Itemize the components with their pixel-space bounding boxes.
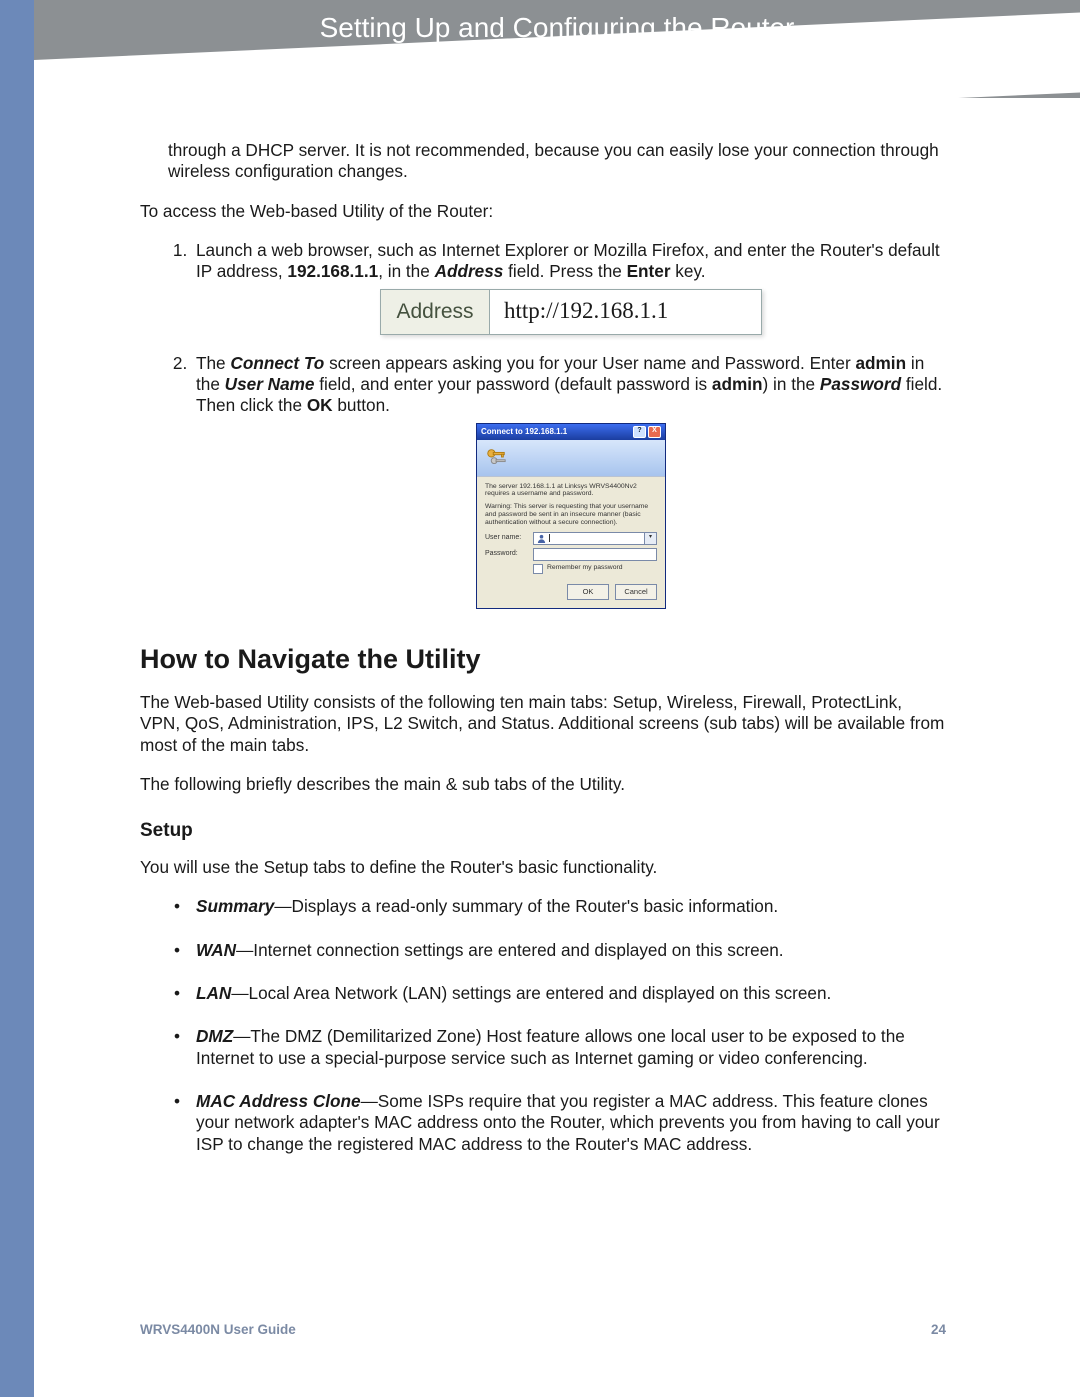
left-accent-stripe xyxy=(0,0,34,1397)
nav-paragraph-1: The Web-based Utility consists of the fo… xyxy=(140,692,946,756)
bullet-dmz-term: DMZ xyxy=(196,1026,233,1046)
ok-button[interactable]: OK xyxy=(567,584,609,600)
bullet-wan-term: WAN xyxy=(196,940,236,960)
bullet-summary-term: Summary xyxy=(196,896,274,916)
setup-bullets: Summary—Displays a read-only summary of … xyxy=(140,896,946,1155)
dialog-msg1: The server 192.168.1.1 at Linksys WRVS44… xyxy=(485,483,657,499)
bullet-summary-desc: —Displays a read-only summary of the Rou… xyxy=(274,896,778,916)
steps-list: Launch a web browser, such as Internet E… xyxy=(140,240,946,609)
bullet-lan-desc: —Local Area Network (LAN) settings are e… xyxy=(231,983,831,1003)
footer-guide: WRVS4400N User Guide xyxy=(140,1322,296,1337)
bullet-dmz-desc: —The DMZ (Demilitarized Zone) Host featu… xyxy=(196,1026,905,1067)
footer-page-number: 24 xyxy=(931,1322,946,1337)
page-footer: WRVS4400N User Guide 24 xyxy=(140,1322,946,1337)
bullet-wan-desc: —Internet connection settings are entere… xyxy=(236,940,783,960)
step2-text-e: ) in the xyxy=(763,374,820,394)
bullet-wan: WAN—Internet connection settings are ent… xyxy=(196,940,946,961)
bullet-dmz: DMZ—The DMZ (Demilitarized Zone) Host fe… xyxy=(196,1026,946,1069)
step2-connect-to: Connect To xyxy=(230,353,324,373)
address-bar-url: http://192.168.1.1 xyxy=(490,290,761,334)
address-bar-label: Address xyxy=(381,290,490,334)
step1-text-b: , in the xyxy=(378,261,434,281)
dialog-msg2: Warning: This server is requesting that … xyxy=(485,503,657,526)
step1-text-c: field. Press the xyxy=(503,261,626,281)
username-label: User name: xyxy=(485,534,533,543)
step2-text-b: screen appears asking you for your User … xyxy=(324,353,855,373)
password-field[interactable] xyxy=(533,548,657,561)
remember-row[interactable]: Remember my password xyxy=(533,564,657,574)
cancel-button[interactable]: Cancel xyxy=(615,584,657,600)
step2-text-a: The xyxy=(196,353,230,373)
bullet-lan: LAN—Local Area Network (LAN) settings ar… xyxy=(196,983,946,1004)
login-dialog-figure: Connect to 192.168.1.1 ? X xyxy=(476,423,666,609)
setup-heading: Setup xyxy=(140,819,946,843)
step2-password: Password xyxy=(820,374,901,394)
page: Setting Up and Configuring the Router Ho… xyxy=(0,0,1080,1397)
setup-intro: You will use the Setup tabs to define th… xyxy=(140,857,946,878)
step-1: Launch a web browser, such as Internet E… xyxy=(192,240,946,335)
help-icon: ? xyxy=(633,426,646,438)
step-2: The Connect To screen appears asking you… xyxy=(192,353,946,609)
keys-icon xyxy=(485,446,507,468)
username-field[interactable]: ▾ xyxy=(533,532,657,545)
chevron-down-icon[interactable]: ▾ xyxy=(644,533,656,544)
dialog-banner xyxy=(477,440,665,477)
step1-text-d: key. xyxy=(671,261,706,281)
access-instruction: To access the Web-based Utility of the R… xyxy=(140,201,946,222)
dialog-title-text: Connect to 192.168.1.1 xyxy=(481,427,567,437)
step2-text-d: field, and enter your password (default … xyxy=(314,374,711,394)
leadin-paragraph: through a DHCP server. It is not recomme… xyxy=(140,140,946,183)
dialog-titlebar: Connect to 192.168.1.1 ? X xyxy=(477,424,665,440)
step2-text-g: button. xyxy=(333,395,390,415)
dialog-body: The server 192.168.1.1 at Linksys WRVS44… xyxy=(477,477,665,608)
content-area: through a DHCP server. It is not recomme… xyxy=(140,140,946,1177)
nav-paragraph-2: The following briefly describes the main… xyxy=(140,774,946,795)
step1-ip: 192.168.1.1 xyxy=(287,261,378,281)
bullet-mac-term: MAC Address Clone xyxy=(196,1091,361,1111)
user-icon xyxy=(537,534,546,543)
nav-heading: How to Navigate the Utility xyxy=(140,643,946,676)
remember-checkbox[interactable] xyxy=(533,564,543,574)
bullet-lan-term: LAN xyxy=(196,983,231,1003)
remember-label: Remember my password xyxy=(547,564,623,572)
close-icon: X xyxy=(648,426,661,438)
step2-admin2: admin xyxy=(712,374,763,394)
password-label: Password: xyxy=(485,550,533,559)
step2-username: User Name xyxy=(225,374,315,394)
step2-admin1: admin xyxy=(855,353,906,373)
bullet-summary: Summary—Displays a read-only summary of … xyxy=(196,896,946,917)
step1-address-word: Address xyxy=(435,261,504,281)
address-bar-figure: Address http://192.168.1.1 xyxy=(380,289,762,335)
step1-enter: Enter xyxy=(627,261,671,281)
step2-ok: OK xyxy=(307,395,333,415)
bullet-mac: MAC Address Clone—Some ISPs require that… xyxy=(196,1091,946,1155)
